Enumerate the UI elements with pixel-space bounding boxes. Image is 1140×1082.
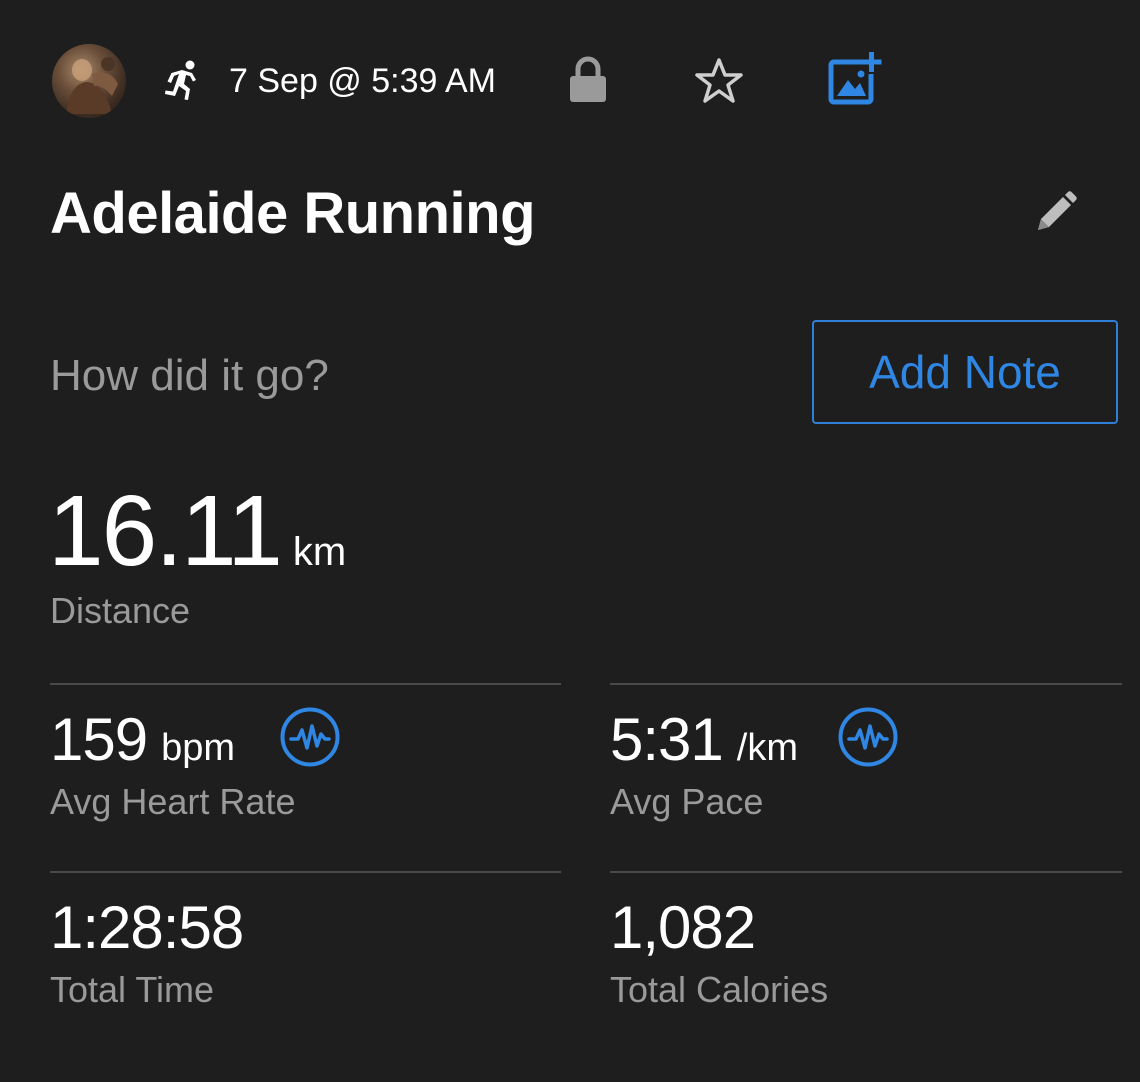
total-calories-value: 1,082 (610, 892, 756, 964)
divider (50, 683, 561, 685)
activity-title: Adelaide Running (50, 181, 536, 246)
pace-number: 5:31 (610, 706, 724, 773)
divider (50, 871, 561, 873)
edit-pencil-icon[interactable] (1030, 188, 1080, 238)
add-note-button[interactable]: Add Note (812, 320, 1118, 424)
total-time-label: Total Time (50, 969, 215, 1010)
divider (610, 871, 1122, 873)
note-prompt: How did it go? (50, 351, 329, 400)
divider (610, 683, 1122, 685)
avg-pace-label: Avg Pace (610, 781, 764, 822)
favorite-star-icon[interactable] (694, 56, 744, 106)
heart-rate-number: 159 (50, 706, 148, 773)
heart-rate-unit: bpm (161, 727, 236, 769)
total-calories-number: 1,082 (610, 894, 756, 961)
heart-rate-pulse-icon[interactable] (279, 706, 341, 768)
distance-number: 16.11 (48, 475, 283, 587)
total-time-value: 1:28:58 (50, 892, 244, 964)
lock-icon[interactable] (568, 56, 608, 104)
distance-label: Distance (50, 590, 191, 631)
avg-heart-rate-label: Avg Heart Rate (50, 781, 296, 822)
avg-heart-rate-value: 159 bpm (50, 704, 235, 776)
activity-date-time: 7 Sep @ 5:39 AM (229, 62, 497, 100)
pace-pulse-icon[interactable] (837, 706, 899, 768)
distance-unit: km (292, 530, 347, 574)
avg-pace-value: 5:31/km (610, 704, 798, 776)
distance-value: 16.11 km (48, 476, 346, 586)
add-photo-icon[interactable] (826, 50, 882, 106)
pace-unit: /km (736, 727, 798, 769)
running-person-icon (160, 58, 204, 102)
activity-header: 7 Sep @ 5:39 AM (0, 0, 1140, 160)
total-time-number: 1:28:58 (50, 894, 244, 961)
total-calories-label: Total Calories (610, 969, 829, 1010)
avatar[interactable] (52, 44, 126, 118)
